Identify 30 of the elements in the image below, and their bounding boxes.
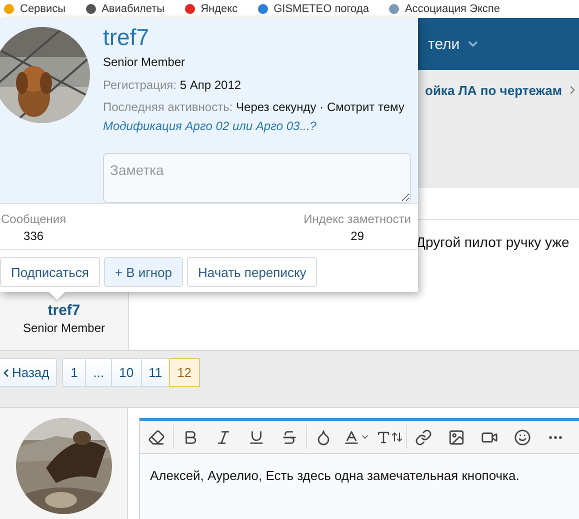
page-button[interactable]: ... <box>85 358 112 387</box>
stat-label: Сообщения <box>1 212 66 226</box>
post-text: Другой пилот ручку уже <box>416 234 570 250</box>
member-title: Senior Member <box>103 55 186 69</box>
note-field[interactable]: Заметка <box>103 153 411 203</box>
previous-button[interactable]: Назад <box>0 358 58 387</box>
action-button[interactable]: Начать переписку <box>187 257 318 287</box>
activity-text: Последняя активность: Через секунду · Смотрит тему Модификация Арго 02 или Арго 03...? <box>103 99 406 135</box>
page-button[interactable]: 11 <box>140 358 170 387</box>
bookmark-link[interactable]: Ассоциация Экспе <box>404 3 500 15</box>
action-button[interactable]: + В игнор <box>104 257 184 287</box>
page-button[interactable]: 12 <box>169 358 200 387</box>
page-button[interactable]: 10 <box>111 358 142 387</box>
bookmark-link[interactable]: Авиабилеты <box>102 3 165 15</box>
member-name[interactable]: tref7 <box>103 24 411 51</box>
stat-label: Индекс заметности <box>304 212 411 226</box>
page-button[interactable]: 1 <box>62 358 86 387</box>
author-name[interactable]: tref7 <box>48 302 80 319</box>
stat-value: 336 <box>24 229 44 243</box>
nav-tab[interactable]: тели <box>428 36 460 52</box>
bookmark-link[interactable]: Сервисы <box>20 3 66 15</box>
bookmark-link[interactable]: GISMETEO погода <box>274 3 369 15</box>
registration-text: Регистрация: 5 Апр 2012 <box>103 77 242 94</box>
thread-link[interactable]: Модификация Арго 02 или Арго 03...? <box>103 119 316 133</box>
bookmark-link[interactable]: Яндекс <box>200 3 238 15</box>
action-button[interactable]: Подписаться <box>0 257 100 287</box>
editor-text: Алексей, Аурелио, Есть здесь одна замечательная кнопочка. <box>150 468 520 483</box>
author-role: Senior Member <box>22 321 106 335</box>
breadcrumb-link[interactable]: ойка ЛА по чертежам <box>425 83 562 98</box>
stat-value: 29 <box>350 229 364 243</box>
